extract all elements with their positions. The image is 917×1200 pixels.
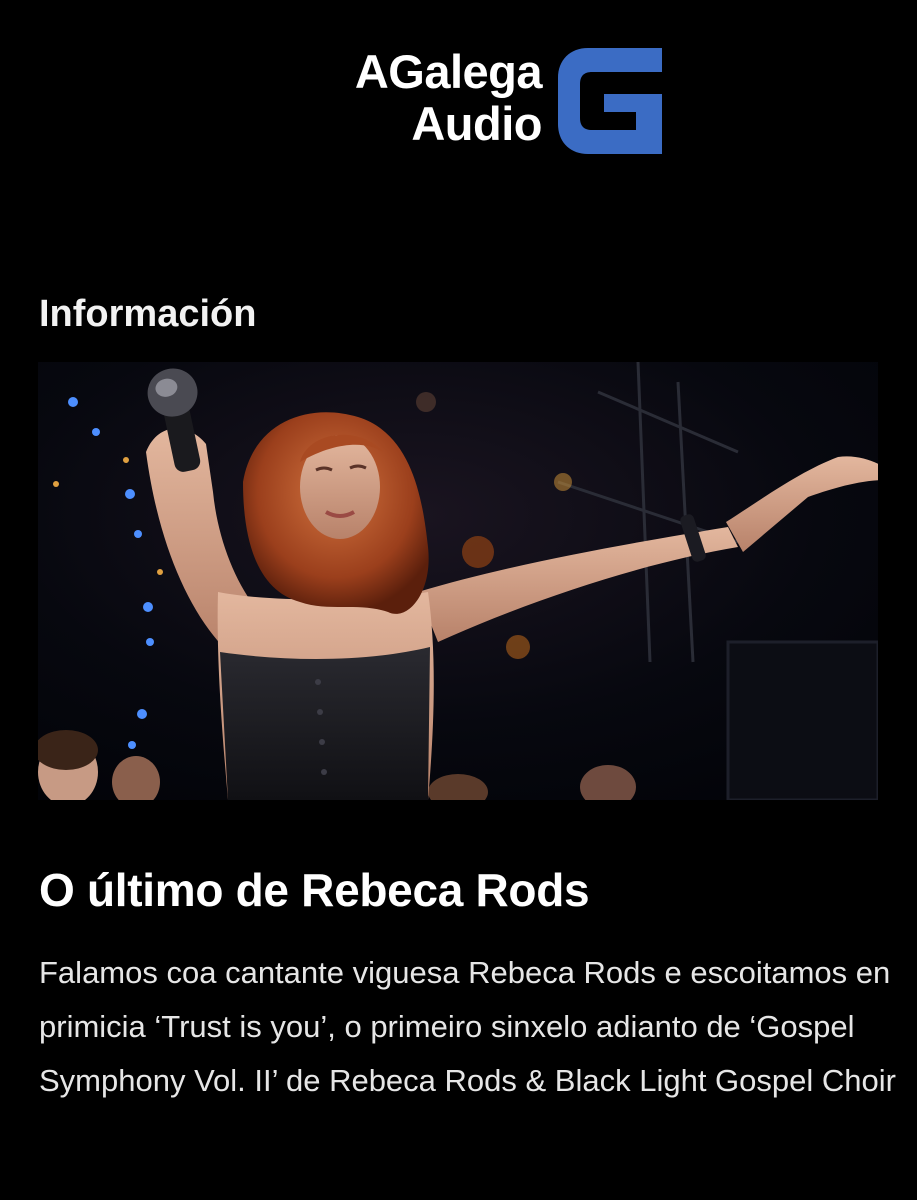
article-image[interactable] — [38, 362, 878, 800]
section-title: Información — [39, 293, 257, 335]
article-title[interactable]: O último de Rebeca Rods — [39, 860, 590, 920]
logo-line-audio: Audio — [411, 97, 542, 150]
app-header: AGalega Audio — [0, 0, 917, 200]
agalega-audio-logo[interactable]: AGalega Audio — [300, 46, 670, 158]
singer-on-stage-photo — [38, 362, 878, 800]
logo-line-agalega: AGalega — [354, 45, 543, 98]
g-logo-icon — [558, 48, 662, 154]
article-summary: Falamos coa cantante viguesa Rebeca Rods… — [39, 955, 896, 1098]
logo-wordmark: AGalega Audio — [300, 45, 543, 150]
